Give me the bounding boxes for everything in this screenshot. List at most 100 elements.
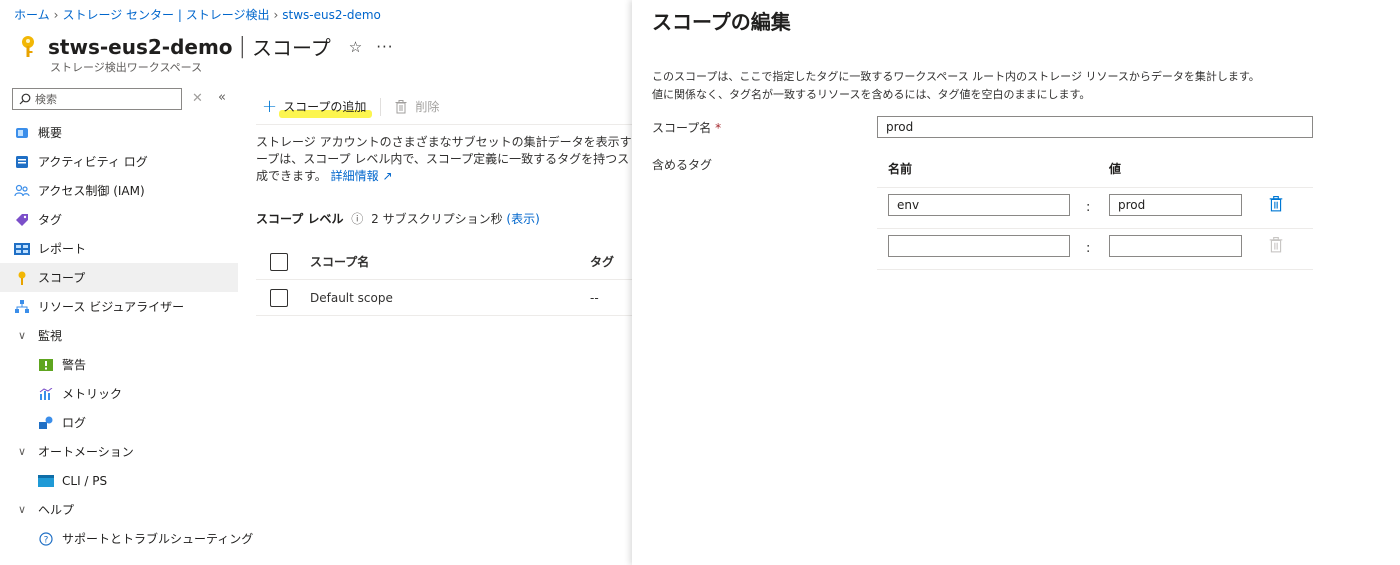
tag-icon [14,212,30,228]
include-tags-label: 含めるタグ [652,158,713,172]
scope-name-cell: Default scope [310,290,393,305]
sidebar-group-help[interactable]: ∨ ヘルプ [0,495,238,524]
sidebar-item-support[interactable]: ? サポートとトラブルシューティング [0,524,253,553]
chevron-down-icon: ∨ [17,329,27,342]
breadcrumb-storage-center[interactable]: ストレージ センター | ストレージ検出 [62,8,269,22]
key-icon [22,35,34,57]
panel-description-line: 値に関係なく、タグ名が一致するリソースを含めるには、タグ値を空白のままにします。 [652,88,1091,101]
tag-name-input[interactable] [888,235,1070,257]
collapse-menu-icon[interactable]: « [218,90,226,105]
report-icon [14,241,30,257]
plus-icon: + [262,96,278,117]
search-placeholder: 検索 [35,93,57,106]
panel-description: このスコープは、ここで指定したタグに一致するワークスペース ルート内のストレージ… [652,68,1260,104]
sidebar-item-metrics[interactable]: メトリック [0,379,238,408]
scope-name-label: スコープ名 * [652,121,722,135]
sidebar-item-label: 警告 [62,358,87,372]
breadcrumb-workspace[interactable]: stws-eus2-demo [282,8,381,22]
sidebar-item-label: CLI / PS [62,473,108,488]
sidebar-item-label: アクティビティ ログ [38,155,148,169]
table-row[interactable]: Default scope -- [256,280,636,316]
sidebar-item-label: メトリック [62,387,123,401]
activity-log-icon [14,154,30,170]
chevron-down-icon: ∨ [17,503,27,516]
scope-table: スコープ名 タグ Default scope -- [256,244,636,316]
sidebar-item-alerts[interactable]: 警告 [0,350,238,379]
scope-level-row: スコープ レベル ⓘ 2 サブスクリプション秒 (表示) [256,210,540,227]
key-icon [14,270,30,286]
search-icon [19,93,31,105]
select-all-checkbox[interactable] [270,252,288,271]
delete-label: 削除 [415,100,440,114]
hierarchy-icon [14,299,30,315]
required-asterisk: * [715,121,722,135]
more-options-icon[interactable]: ··· [376,38,393,56]
sidebar-item-label: 概要 [38,126,63,140]
tag-row: env : prod [877,188,1313,229]
scope-name-input[interactable]: prod [877,116,1313,138]
tag-name-input[interactable]: env [888,194,1070,216]
command-bar: + スコープの追加 削除 [262,96,439,118]
learn-more-link[interactable]: 詳細情報 ↗ [331,169,393,183]
title-separator: | [238,34,246,59]
sidebar-item-label: リソース ビジュアライザー [38,300,185,314]
sidebar-item-scope[interactable]: スコープ [0,263,238,292]
scope-level-value: 2 サブスクリプション秒 [371,212,503,226]
command-bar-divider [256,124,636,125]
resource-name: stws-eus2-demo [48,34,233,59]
sidebar-item-label: スコープ [33,271,92,289]
favorite-star-icon[interactable]: ☆ [349,38,362,56]
sidebar-group-automation[interactable]: ∨ オートメーション [0,437,238,466]
tag-value-header: 値 [1109,162,1122,176]
tag-colon: : [1086,241,1091,256]
page-title: スコープ [251,36,331,60]
command-divider [380,97,382,116]
page-subtitle: ストレージ検出ワークスペース [50,61,203,74]
sidebar-group-label: ヘルプ [38,503,75,517]
breadcrumb-chevron-icon: › [53,8,59,22]
sidebar-item-label: タグ [38,213,63,227]
column-header-scope-name[interactable]: スコープ名 [310,253,590,270]
sidebar-item-reports[interactable]: レポート [0,234,238,263]
sidebar-item-logs[interactable]: ログ [0,408,238,437]
delete-button[interactable]: 削除 [395,98,439,115]
show-subscriptions-link[interactable]: (表示) [506,212,539,226]
breadcrumb-chevron-icon: › [273,8,279,22]
sidebar-item-label: アクセス制御 (IAM) [38,184,145,198]
row-checkbox[interactable] [270,288,288,307]
description-line: ープは、スコープ レベル内で、スコープ定義に一致するタグを持つストレージ アカウ… [256,152,632,166]
description-line: 成できます。 [256,169,327,183]
logs-icon [38,415,54,431]
sidebar-group-label: 監視 [38,329,63,343]
people-icon [14,183,30,199]
panel-description-line: このスコープは、ここで指定したタグに一致するワークスペース ルート内のストレージ… [652,70,1260,83]
delete-tag-icon [1269,237,1283,253]
scope-tags-cell: -- [590,290,599,305]
tag-value-input[interactable] [1109,235,1242,257]
sidebar-group-monitoring[interactable]: ∨ 監視 [0,321,238,350]
edit-scope-panel: スコープの編集 このスコープは、ここで指定したタグに一致するワークスペース ルー… [632,0,1400,565]
add-scope-button[interactable]: + スコープの追加 [262,96,373,118]
sidebar-item-overview[interactable]: 概要 [0,118,238,147]
help-circle-icon: ? [38,531,54,547]
sidebar-item-iam[interactable]: アクセス制御 (IAM) [0,176,238,205]
tag-colon: : [1086,200,1091,215]
table-header: スコープ名 タグ [256,244,636,280]
sidebar-item-label: サポートとトラブルシューティング [62,532,254,546]
tags-table: 名前 値 env : prod : [877,150,1313,270]
sidebar-item-label: ログ [62,416,87,430]
breadcrumb-home[interactable]: ホーム [14,8,50,22]
sidebar-item-resource-visualizer[interactable]: リソース ビジュアライザー [0,292,238,321]
search-input[interactable]: 検索 [12,88,182,110]
tag-value-input[interactable]: prod [1109,194,1242,216]
column-header-tags[interactable]: タグ [590,253,614,270]
delete-tag-icon[interactable] [1269,196,1283,212]
sidebar-menu: 概要 アクティビティ ログ アクセス制御 (IAM) タグ レポート スコープ … [0,118,253,553]
sidebar-item-cli-ps[interactable]: CLI / PS [0,466,238,495]
sidebar-item-activity-log[interactable]: アクティビティ ログ [0,147,238,176]
trash-icon [395,99,407,113]
clear-search-icon[interactable]: ✕ [192,91,203,106]
sidebar-item-tags[interactable]: タグ [0,205,238,234]
scope-level-label: スコープ レベル [256,212,344,226]
tag-name-header: 名前 [888,162,913,176]
